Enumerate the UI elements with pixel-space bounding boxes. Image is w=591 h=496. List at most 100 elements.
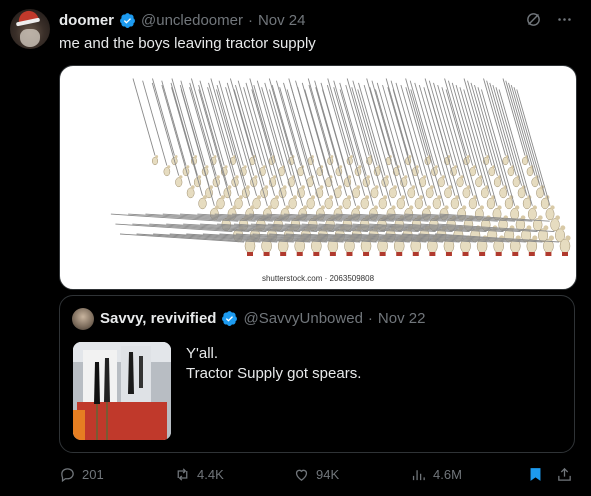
author-avatar[interactable] (10, 9, 50, 49)
spear (237, 80, 263, 166)
soldier-helmet (411, 185, 416, 189)
soldier-shield (389, 187, 397, 199)
soldier-shield (504, 197, 514, 210)
soldier-helmet (374, 185, 379, 189)
quote-date[interactable]: Nov 22 (378, 310, 426, 327)
header-separator: · (247, 11, 253, 29)
soldier-shield (163, 167, 171, 177)
soldier-helmet (391, 205, 396, 210)
soldier-helmet (220, 195, 225, 200)
soldier-helmet (515, 205, 520, 210)
soldier-shield (152, 156, 158, 166)
soldier-helmet (543, 225, 549, 231)
more-icon[interactable] (556, 11, 573, 28)
soldier-shield (545, 208, 555, 221)
author-name[interactable]: doomer (59, 12, 114, 29)
soldier-shield (260, 187, 269, 199)
spear (199, 80, 225, 166)
soldier-tunic (412, 252, 419, 256)
repost-count: 4.4K (197, 466, 224, 482)
soldier-helmet (262, 165, 266, 169)
soldier-shield (531, 177, 539, 188)
tweet-image[interactable]: shutterstock.com · 2063509808 (59, 65, 577, 290)
soldier-shield (456, 177, 464, 188)
spear (290, 84, 320, 186)
quote-author-name[interactable]: Savvy, revivified (100, 310, 216, 327)
soldier-shield (517, 187, 526, 199)
views-button[interactable]: 4.6M (410, 466, 462, 483)
quote-author-handle[interactable]: @SavvyUnbowed (243, 310, 362, 327)
soldier-helmet (448, 185, 453, 189)
spear (463, 78, 487, 156)
share-button[interactable] (556, 466, 573, 483)
soldier-shield (468, 197, 478, 210)
spear (271, 84, 302, 186)
soldier-helmet (462, 205, 467, 210)
tweet-top-actions (525, 11, 573, 28)
spear (385, 78, 409, 156)
soldier-helmet (197, 175, 202, 179)
author-handle[interactable]: @uncledoomer (141, 12, 243, 29)
soldier-helmet (301, 185, 305, 189)
like-button[interactable]: 94K (293, 466, 339, 483)
soldier-helmet (383, 195, 388, 200)
soldier-tunic (396, 252, 403, 256)
soldier-helmet (385, 175, 389, 179)
soldier-helmet (479, 205, 484, 210)
soldier-tunic (545, 252, 552, 256)
spear (216, 89, 251, 206)
soldier-tunic (247, 252, 253, 256)
views-icon (412, 469, 425, 480)
soldier-helmet (272, 175, 277, 179)
soldier-shield (425, 187, 434, 199)
soldier-helmet (409, 205, 414, 210)
spear (253, 84, 283, 186)
soldier-helmet (560, 225, 566, 231)
soldier-tunic (329, 252, 336, 256)
soldier-helmet (422, 175, 427, 179)
bookmark-icon (530, 467, 541, 481)
soldier-helmet (310, 195, 315, 200)
soldier-shield (342, 197, 351, 210)
spear (132, 78, 156, 156)
quote-author-avatar[interactable] (72, 308, 94, 330)
soldier-shield (488, 167, 496, 177)
quote-text-line-2: Tractor Supply got spears. (186, 365, 362, 382)
soldier-helmet (429, 185, 434, 189)
quote-header: Savvy, revivified @SavvyUnbowed · Nov 22 (100, 310, 425, 327)
soldier-helmet (453, 165, 457, 169)
like-icon (295, 469, 308, 481)
spear (510, 84, 541, 186)
repost-button[interactable]: 4.4K (174, 466, 224, 483)
soldier-helmet (347, 175, 352, 179)
soldier-tunic (562, 252, 568, 256)
soldier-helmet (328, 195, 334, 200)
bookmark-button[interactable] (527, 466, 544, 483)
soldier-tunic (296, 252, 303, 256)
tweet-date[interactable]: Nov 24 (258, 12, 306, 29)
soldier-helmet (320, 205, 326, 210)
soldier-shield (432, 197, 441, 210)
share-icon (558, 467, 571, 481)
soldier-shield (370, 187, 379, 199)
soldier-helmet (366, 175, 370, 179)
reply-button[interactable]: 201 (59, 466, 104, 483)
soldier-shield (444, 187, 452, 199)
spear (218, 80, 244, 166)
spear (249, 78, 273, 156)
soldier-shield (559, 238, 571, 254)
quote-image[interactable] (73, 342, 171, 440)
tweet-action-bar: 201 4.4K 94K 4.6M (59, 464, 573, 484)
quoted-tweet[interactable]: Savvy, revivified @SavvyUnbowed · Nov 22… (59, 295, 575, 453)
soldier-helmet (419, 195, 424, 200)
soldier-shield (437, 177, 445, 188)
soldier-helmet (216, 175, 220, 179)
soldier-tunic (363, 252, 370, 256)
tweet-header: doomer @uncledoomer · Nov 24 (59, 10, 306, 30)
soldier-helmet (338, 185, 342, 189)
grok-icon[interactable] (525, 11, 542, 28)
soldier-helmet (415, 165, 419, 169)
soldier-tunic (512, 252, 519, 256)
soldier-shield (512, 177, 520, 188)
spear (308, 84, 339, 186)
